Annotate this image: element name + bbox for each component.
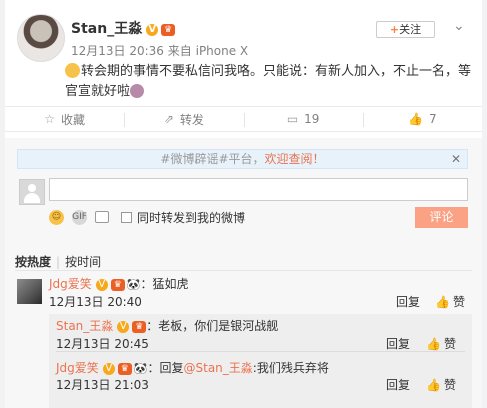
post-time[interactable]: 12月13日 20:36: [71, 44, 164, 58]
verified-icon: V: [117, 321, 130, 333]
author-avatar[interactable]: [17, 14, 65, 62]
post-meta: 12月13日 20:36 来自 iPhone X: [71, 42, 248, 59]
close-icon[interactable]: ✕: [451, 150, 461, 168]
gif-icon[interactable]: GIF: [72, 209, 87, 225]
like-label: 赞: [443, 337, 456, 351]
sticker-icon: [130, 84, 145, 98]
like-count: 7: [429, 112, 437, 126]
panda-icon: 🐼: [126, 278, 141, 291]
star-icon: ☆: [44, 112, 55, 126]
repost-button[interactable]: ⇗ 转发: [124, 107, 243, 131]
replier-name[interactable]: Jdg爱笑: [56, 361, 99, 375]
comment-input[interactable]: [49, 178, 468, 201]
post-text: 转会期的事情不要私信问我咯。只能说：有新人加入，不止一名，等官宣就好啦: [65, 64, 472, 99]
divider: [56, 351, 465, 352]
comment-tools: ☺ GIF 同时转发到我的微博: [49, 208, 245, 226]
favorite-button[interactable]: ☆ 收藏: [5, 107, 124, 131]
reply-time: 12月13日 20:45: [56, 337, 149, 351]
chevron-down-icon[interactable]: ⌄: [453, 18, 469, 34]
repost-checkbox[interactable]: [121, 211, 132, 223]
comment-count: 19: [304, 112, 320, 126]
panda-icon: 🐼: [133, 362, 148, 375]
action-bar: ☆ 收藏 ⇗ 转发 ▭ 19 👍 7: [5, 106, 482, 132]
reply-line: Stan_王淼 V ♛ ：老板，你们是银河战舰: [56, 318, 278, 334]
author-name[interactable]: Stan_王淼: [71, 21, 142, 37]
comment-section: #微博辟谣#平台，欢迎查阅！ ✕ ☺ GIF 同时转发到我的微博 评论 按热度 |…: [5, 138, 482, 408]
vip-icon: ♛: [132, 321, 147, 333]
commenter-avatar[interactable]: [17, 279, 42, 304]
emoji-icon: [65, 63, 80, 78]
sort-tabs: 按热度 | 按时间: [15, 253, 101, 270]
sort-divider: |: [56, 255, 61, 269]
emoji-icon[interactable]: ☺: [49, 209, 64, 225]
favorite-label: 收藏: [61, 112, 86, 127]
like-label: 赞: [443, 378, 456, 392]
follow-label: 关注: [399, 23, 422, 36]
reply-like-button[interactable]: 👍 赞: [426, 335, 456, 352]
comment-like-button[interactable]: 👍 赞: [435, 293, 465, 310]
vip-icon: ♛: [161, 24, 176, 36]
post-source[interactable]: iPhone X: [196, 44, 249, 58]
post: Stan_王淼 V ♛ 12月13日 20:36 来自 iPhone X +关注 ⌄…: [5, 0, 482, 102]
reply-line: Jdg爱笑 V ♛ 🐼：回复@Stan_王淼:我们残兵弃将: [56, 360, 329, 377]
comment-text: ：猛如虎: [140, 277, 189, 291]
notice-tag[interactable]: #微博辟谣#平台，: [160, 152, 264, 166]
commenter-name[interactable]: Jdg爱笑: [49, 277, 92, 291]
vip-icon: ♛: [117, 363, 132, 375]
post-content: 转会期的事情不要私信问我咯。只能说：有新人加入，不止一名，等官宣就好啦: [65, 62, 475, 102]
reply-time: 12月13日 21:03: [56, 378, 149, 392]
thumbs-up-icon: 👍: [426, 378, 441, 392]
rumor-notice: #微博辟谣#平台，欢迎查阅！ ✕: [17, 149, 468, 169]
verified-icon: V: [102, 363, 115, 375]
reply-button[interactable]: 回复: [386, 376, 410, 393]
verified-icon: V: [95, 279, 108, 291]
replier-name[interactable]: Stan_王淼: [56, 319, 113, 333]
comment-line: Jdg爱笑 V ♛ 🐼：猛如虎: [49, 276, 189, 293]
verified-icon: V: [146, 24, 159, 36]
sort-by-hot[interactable]: 按热度: [15, 255, 51, 269]
weibo-card: Stan_王淼 V ♛ 12月13日 20:36 来自 iPhone X +关注 ⌄…: [5, 0, 482, 408]
repost-option[interactable]: 同时转发到我的微博: [121, 209, 245, 226]
like-label: 赞: [452, 295, 465, 309]
reply-button[interactable]: 回复: [396, 293, 420, 310]
repost-label: 转发: [179, 112, 204, 127]
comment-icon: ▭: [286, 112, 299, 126]
like-button[interactable]: 👍 7: [362, 107, 482, 131]
reply-prefix: ：回复: [147, 361, 184, 375]
follow-button[interactable]: +关注: [376, 21, 435, 38]
divider: [15, 270, 472, 271]
thumbs-up-icon: 👍: [408, 112, 424, 126]
repost-checkbox-label: 同时转发到我的微博: [137, 210, 246, 225]
sort-by-time[interactable]: 按时间: [65, 255, 101, 269]
author-line: Stan_王淼 V ♛: [71, 18, 176, 38]
mention-link[interactable]: @Stan_王淼: [184, 361, 253, 375]
source-prefix: 来自: [167, 44, 192, 58]
image-icon[interactable]: [95, 211, 109, 223]
reply-text: ：老板，你们是银河战舰: [146, 319, 279, 333]
vip-icon: ♛: [110, 279, 125, 291]
plus-icon: +: [389, 23, 400, 36]
thumbs-up-icon: 👍: [426, 337, 441, 351]
reply-text: :我们残兵弃将: [252, 361, 329, 375]
notice-link[interactable]: 欢迎查阅！: [265, 152, 325, 166]
thumbs-up-icon: 👍: [435, 295, 450, 309]
user-avatar: [19, 179, 45, 205]
reply-button[interactable]: 回复: [386, 335, 410, 352]
comment-button[interactable]: ▭ 19: [243, 107, 363, 131]
comment-time: 12月13日 20:40: [49, 295, 142, 309]
reply-like-button[interactable]: 👍 赞: [426, 376, 456, 393]
repost-icon: ⇗: [163, 112, 174, 126]
submit-comment-button[interactable]: 评论: [415, 207, 468, 228]
